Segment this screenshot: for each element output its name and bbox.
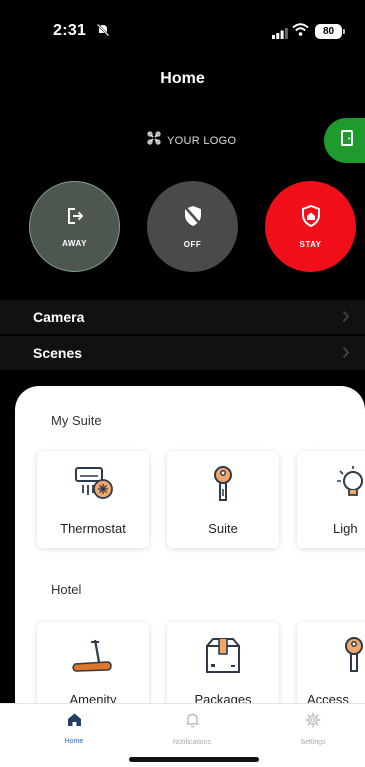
camera-row-label: Camera (33, 309, 85, 325)
tab-notifications[interactable]: Notifications (142, 712, 242, 746)
exit-icon (65, 206, 85, 231)
thermostat-tile[interactable]: Thermostat (37, 451, 149, 548)
battery-indicator: 80 (315, 24, 345, 39)
key-icon (297, 636, 365, 676)
gear-icon (305, 712, 321, 733)
wifi-icon (292, 23, 309, 41)
bell-icon (185, 712, 200, 733)
treadmill-icon (37, 636, 149, 678)
my-suite-tiles: Thermostat Suite Ligh (37, 451, 365, 548)
away-mode-label: AWAY (62, 238, 87, 248)
lights-label: Ligh (333, 521, 358, 536)
logo-mark-icon (147, 131, 161, 150)
shield-home-icon (301, 204, 321, 232)
tab-settings-label: Settings (300, 739, 326, 746)
tab-notifications-label: Notifications (172, 739, 212, 746)
home-indicator (129, 757, 259, 762)
camera-row[interactable]: Camera (0, 300, 365, 334)
scenes-row[interactable]: Scenes (0, 336, 365, 370)
logo-text: YOUR LOGO (167, 134, 237, 147)
off-mode-label: OFF (183, 239, 202, 249)
bell-mute-icon (96, 23, 110, 42)
thermostat-icon (37, 465, 149, 505)
status-time: 2:31 (53, 22, 87, 39)
thermostat-label: Thermostat (60, 521, 126, 536)
status-bar: 2:31 80 (0, 0, 365, 60)
scenes-row-label: Scenes (33, 345, 83, 361)
door-button[interactable] (324, 118, 365, 163)
tab-settings[interactable]: Settings (263, 712, 363, 746)
chevron-right-icon (342, 310, 350, 326)
brand-logo: YOUR LOGO (147, 131, 236, 150)
chevron-right-icon (342, 346, 350, 362)
key-icon (167, 465, 279, 505)
tab-home-label: Home (64, 738, 84, 745)
bulb-icon (297, 465, 365, 505)
stay-mode-button[interactable]: STAY (265, 181, 356, 272)
suite-tile[interactable]: Suite (167, 451, 279, 548)
off-mode-button[interactable]: OFF (147, 181, 238, 272)
shield-off-icon (183, 205, 203, 232)
home-icon (67, 712, 82, 732)
my-suite-heading: My Suite (51, 413, 102, 428)
cellular-signal-icon (272, 26, 288, 44)
page-title: Home (160, 70, 205, 87)
door-icon (341, 130, 353, 151)
tab-home[interactable]: Home (24, 712, 124, 745)
away-mode-button[interactable]: AWAY (29, 181, 120, 272)
hotel-heading: Hotel (51, 582, 82, 597)
lights-tile[interactable]: Ligh (297, 451, 365, 548)
suite-label: Suite (208, 521, 238, 536)
package-icon (167, 636, 279, 676)
stay-mode-label: STAY (299, 239, 322, 249)
